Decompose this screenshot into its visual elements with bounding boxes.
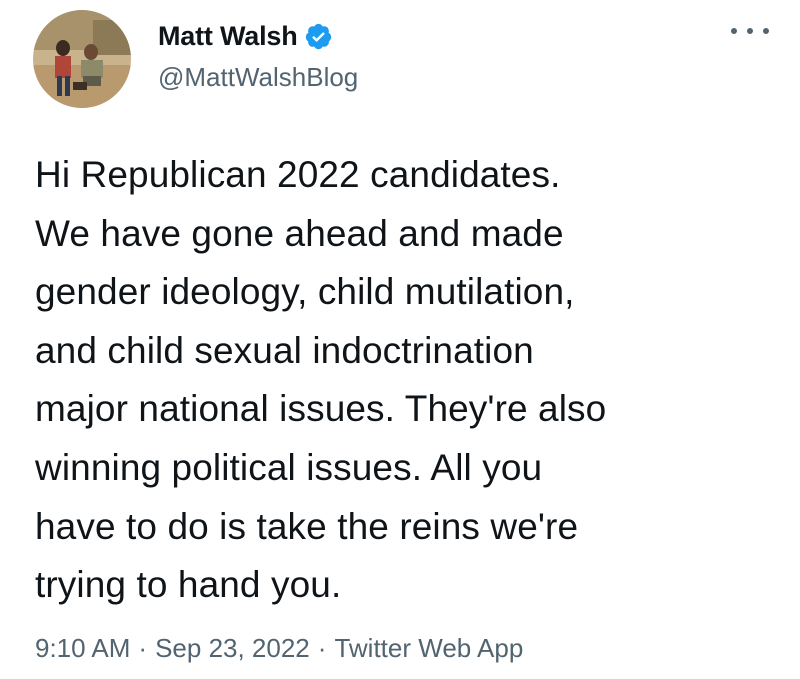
tweet-text-line: have to do is take the reins we're [35, 505, 579, 547]
verified-badge-icon [304, 22, 333, 51]
tweet-text-line: winning political issues. All you [35, 446, 543, 488]
more-dot [747, 28, 753, 34]
tweet-text-line: We have gone ahead and made [35, 212, 564, 254]
tweet-source[interactable]: Twitter Web App [334, 633, 523, 663]
tweet-text-line: gender ideology, child mutilation, [35, 271, 575, 313]
tweet-date[interactable]: Sep 23, 2022 [155, 633, 310, 663]
meta-separator: · [138, 633, 148, 663]
more-dot [763, 28, 769, 34]
author-name-row[interactable]: Matt Walsh [158, 19, 333, 53]
author-display-name[interactable]: Matt Walsh [158, 21, 298, 52]
tweet-meta: 9:10 AM · Sep 23, 2022 · Twitter Web App [35, 633, 523, 664]
tweet-card: Matt Walsh @MattWalshBlog Hi Republican … [0, 0, 800, 679]
more-dot [731, 28, 737, 34]
profile-photo-icon[interactable] [33, 10, 131, 108]
tweet-text-line: Hi Republican 2022 candidates. [35, 154, 561, 195]
tweet-text-line: major national issues. They're also [35, 388, 607, 430]
tweet-text-line: and child sexual indoctrination [35, 329, 534, 371]
tweet-text: Hi Republican 2022 candidates. We have g… [35, 146, 775, 615]
tweet-time[interactable]: 9:10 AM [35, 633, 130, 663]
meta-separator: · [317, 633, 327, 663]
more-options-icon[interactable] [731, 21, 769, 41]
tweet-text-line: trying to hand you. [35, 564, 342, 606]
author-handle[interactable]: @MattWalshBlog [158, 62, 358, 93]
